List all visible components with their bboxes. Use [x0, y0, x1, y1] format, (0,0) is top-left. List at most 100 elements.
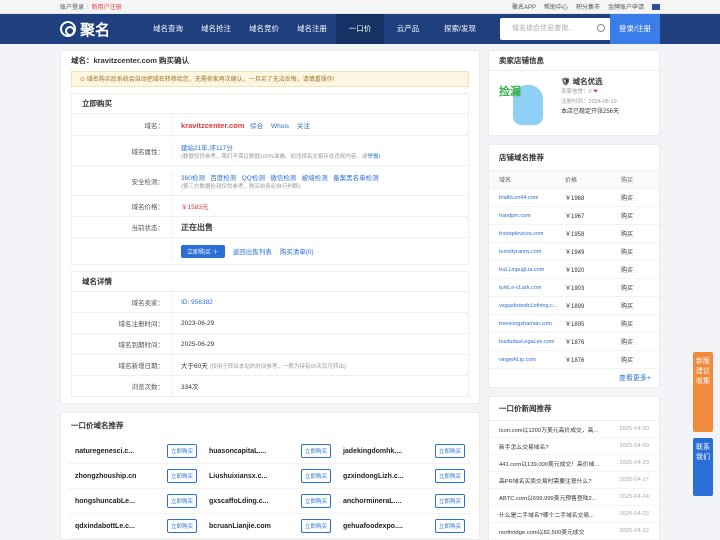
check-baidu[interactable]: 百度检测 [210, 175, 236, 182]
nav-domain-snap[interactable]: 域名抢注 [192, 14, 240, 44]
login-link[interactable]: 账户登录 [60, 2, 84, 11]
shop-domain[interactable]: turrettyranny.com [499, 249, 565, 255]
rec-buy-button[interactable]: 立即购买 [300, 494, 331, 508]
shop-domain[interactable]: vingerkLip.com [499, 357, 565, 363]
login-register-button[interactable]: 登录/注册 [610, 14, 660, 44]
contact-button[interactable]: 联系我们 [693, 438, 713, 496]
rec-buy-button[interactable]: 立即购买 [300, 469, 331, 483]
rec-buy-button[interactable]: 立即购买 [434, 494, 465, 508]
rec-domain[interactable]: zhongzhouship.cn [75, 473, 136, 480]
news-headline[interactable]: ABTC.com以699,999美元预售登陆2... [499, 493, 597, 502]
rec-buy-button[interactable]: 立即购买 [300, 519, 331, 533]
shop-domain[interactable]: treesongshaman.com [499, 321, 565, 327]
shop-buy[interactable]: 购买 [621, 337, 633, 346]
rec-buy-button[interactable]: 立即购买 [300, 444, 331, 458]
rec-buy-button[interactable]: 立即购买 [166, 444, 197, 458]
report-link[interactable]: 举报) [367, 154, 380, 160]
detail-label: 域名注册时间： [118, 321, 165, 328]
gold-account-link[interactable]: 金牌账户申请 [608, 2, 644, 11]
rec-domain[interactable]: qdxindabottLe.c... [75, 523, 135, 530]
seller-id[interactable]: ID: 956382 [181, 299, 468, 306]
news-item[interactable]: 新手怎么交易域名? 2025-04-30 [489, 438, 659, 455]
news-item[interactable]: 441.com以139,000美元成交！高价域... 2025-04-29 [489, 455, 659, 472]
label-price: 域名价格： [131, 204, 165, 211]
nav-domain-search[interactable]: 域名查询 [144, 14, 192, 44]
app-link[interactable]: 聚名APP [512, 2, 536, 11]
shop-buy[interactable]: 购买 [621, 265, 633, 274]
news-item[interactable]: ABTC.com以699,999美元预售登陆2... 2025-04-24 [489, 489, 659, 506]
news-item[interactable]: Icon.com以1200万美元高价成交，高... 2025-04-30 [489, 421, 659, 438]
label-safety: 安全检测： [131, 178, 165, 186]
shop-domain[interactable]: tusdudasLegaLes.com [499, 339, 565, 345]
more-link[interactable]: 查看更多+ [619, 375, 651, 382]
nav-explore[interactable]: 探索/发现 [432, 14, 488, 44]
rec-domain[interactable]: gehuafoodexpo.... [343, 523, 403, 530]
back-to-list-link[interactable]: 返回出售列表 [233, 246, 272, 256]
news-item[interactable]: northridge.com以82,500美元成交 2025-04-22 [489, 523, 659, 540]
attr-value[interactable]: 建站21年,评117分 [181, 142, 468, 152]
cart-link[interactable]: 购买清单(0) [280, 246, 314, 256]
shop-buy[interactable]: 购买 [621, 301, 633, 310]
news-headline[interactable]: northridge.com以82,500美元成交 [499, 527, 584, 536]
rec-domain[interactable]: anchormineraL.... [343, 498, 401, 505]
rec-domain[interactable]: bcruanLianjie.com [209, 523, 271, 530]
rec-buy-button[interactable]: 立即购买 [434, 469, 465, 483]
shop-buy[interactable]: 购买 [621, 283, 633, 292]
overview-link[interactable]: 综合 [250, 123, 263, 130]
shop-domain[interactable]: truteqdevices.com [499, 231, 565, 237]
rec-domain[interactable]: gxscaffoLding.c... [209, 498, 269, 505]
shop-name[interactable]: 域名优选 [573, 77, 603, 86]
news-headline[interactable]: 新手怎么交易域名? [499, 442, 549, 451]
check-qq[interactable]: QQ检测 [242, 175, 265, 182]
points-link[interactable]: 积分集市 [576, 2, 600, 11]
search-input[interactable]: 域名综合信息查询... [500, 18, 610, 40]
shop-domain[interactable]: triathLon44.com [499, 195, 565, 201]
check-wechat[interactable]: 微信检测 [270, 175, 296, 182]
rec-domain[interactable]: gzxindongLizh.c... [343, 473, 404, 480]
shop-buy[interactable]: 购买 [621, 211, 633, 220]
flag-icon[interactable] [652, 3, 660, 10]
register-link[interactable]: 新用户注册 [92, 2, 122, 11]
news-headline[interactable]: Icon.com以1200万美元高价成交，高... [499, 425, 598, 434]
news-headline[interactable]: 高PR域名买卖交易时需要注意什么? [499, 476, 591, 485]
shop-domain[interactable]: vegasbrandcLothing.c... [499, 303, 565, 309]
shop-buy[interactable]: 购买 [621, 319, 633, 328]
nav-fixed-price[interactable]: 一口价 [336, 14, 384, 44]
shop-domain[interactable]: truLLinpugLia.com [499, 267, 565, 273]
shop-buy[interactable]: 购买 [621, 355, 633, 364]
nav-cloud[interactable]: 云产品 [384, 14, 432, 44]
news-headline[interactable]: 441.com以139,000美元成交！高价域... [499, 459, 599, 468]
rec-buy-button[interactable]: 立即购买 [166, 494, 197, 508]
check-blacklist[interactable]: 备案黑名单检测 [333, 175, 379, 182]
rec-buy-button[interactable]: 立即购买 [434, 519, 465, 533]
check-360[interactable]: 360检测 [181, 175, 205, 182]
shop-buy[interactable]: 购买 [621, 193, 633, 202]
shop-buy[interactable]: 购买 [621, 247, 633, 256]
rec-domain[interactable]: hongshuncabLe... [75, 498, 135, 505]
help-link[interactable]: 帮助中心 [544, 2, 568, 11]
buy-now-button[interactable]: 立即购买 ＋ [181, 244, 225, 258]
news-item[interactable]: 高PR域名买卖交易时需要注意什么? 2025-04-27 [489, 472, 659, 489]
feedback-button[interactable]: 新版建议收集 [693, 352, 713, 432]
news-panel: 一口价新闻推荐 Icon.com以1200万美元高价成交，高... 2025-04… [488, 396, 660, 540]
rec-domain[interactable]: Liushuixiansx.c... [209, 473, 267, 480]
rec-domain[interactable]: naturegenesci.c... [75, 448, 134, 455]
whois-link[interactable]: Whois [271, 123, 289, 130]
news-item[interactable]: 什么是二手域名?哪个二手域名交易... 2025-04-23 [489, 506, 659, 523]
rec-buy-button[interactable]: 立即购买 [166, 469, 197, 483]
rec-domain[interactable]: jadekingdomhk.... [343, 448, 402, 455]
shop-domain[interactable]: handpm.com [499, 213, 565, 219]
logo[interactable]: 聚名 [60, 19, 144, 40]
shop-domain[interactable]: turkLe-cLark.com [499, 285, 565, 291]
shop-buy[interactable]: 购买 [621, 229, 633, 238]
rec-domain[interactable]: huasoncapitaL.... [209, 448, 266, 455]
rec-buy-button[interactable]: 立即购买 [166, 519, 197, 533]
recommend-title: 一口价域名推荐 [71, 421, 124, 430]
check-wall[interactable]: 被墙检测 [302, 175, 328, 182]
news-headline[interactable]: 什么是二手域名?哪个二手域名交易... [499, 510, 594, 519]
nav-domain-register[interactable]: 域名注册 [288, 14, 336, 44]
rec-buy-button[interactable]: 立即购买 [434, 444, 465, 458]
search-icon[interactable] [597, 24, 605, 32]
nav-domain-auction[interactable]: 域名竞价 [240, 14, 288, 44]
follow-link[interactable]: 关注 [297, 123, 310, 130]
